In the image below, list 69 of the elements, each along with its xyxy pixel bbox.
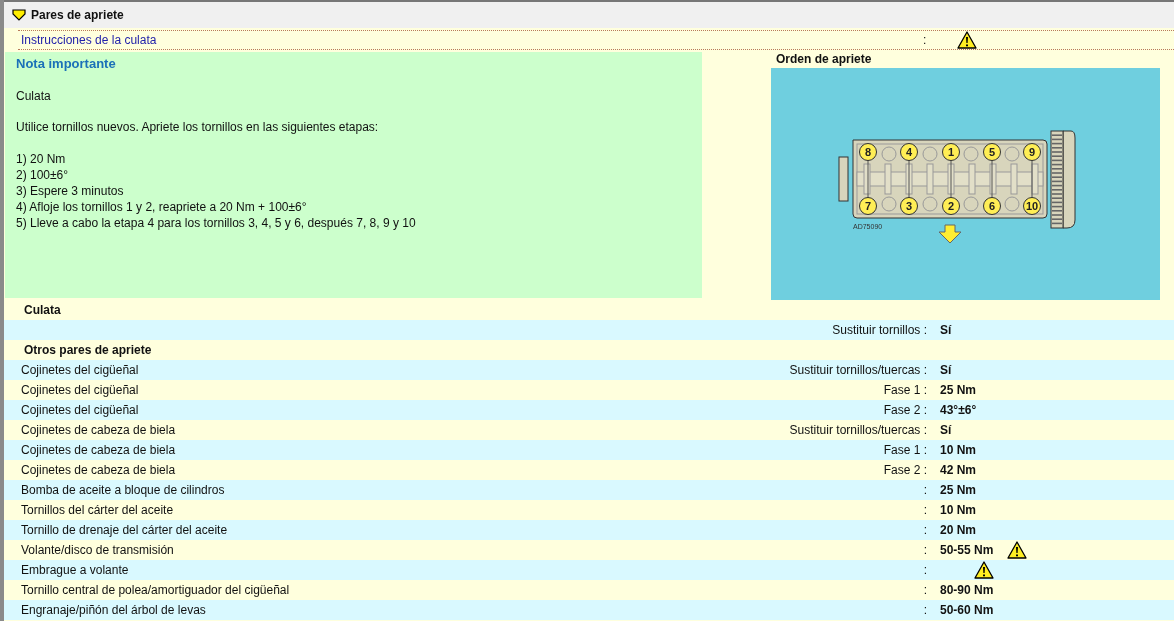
- component-name: Engranaje/piñón del árbol de levas: [21, 603, 206, 617]
- parameter-label: Sustituir tornillos :: [832, 323, 927, 337]
- parameter-label: :: [923, 503, 927, 517]
- bolt-number: 4: [905, 146, 913, 158]
- collapse-arrow-icon[interactable]: [12, 9, 26, 21]
- warning-icon[interactable]: [1007, 541, 1028, 559]
- torque-value: Sí: [940, 363, 952, 377]
- bolt-number: 3: [905, 200, 913, 212]
- parameter-label: Fase 1 :: [883, 443, 927, 457]
- torque-value: 25 Nm: [940, 383, 977, 397]
- parameter-label: Sustituir tornillos/tuercas :: [789, 363, 927, 377]
- torque-value: 25 Nm: [940, 483, 977, 497]
- torque-value: 50-60 Nm: [940, 603, 994, 617]
- note-step: 4) Afloje los tornillos 1 y 2, reapriete a 20 Nm + 100±6°: [16, 199, 702, 215]
- component-name: Tornillos del cárter del aceite: [21, 503, 174, 517]
- component-name: Cojinetes del cigüeñal: [21, 363, 139, 377]
- note-step: 2) 100±6°: [16, 167, 702, 183]
- parameter-label: :: [923, 563, 927, 577]
- parameter-label: :: [923, 583, 927, 597]
- bolt-number: 5: [988, 146, 996, 158]
- parameter-label: :: [923, 603, 927, 617]
- torque-value: 10 Nm: [940, 443, 977, 457]
- down-arrow-icon: [938, 224, 962, 244]
- bolt-number: 9: [1028, 146, 1036, 158]
- component-name: Embrague a volante: [21, 563, 129, 577]
- parameter-label: Fase 2 :: [883, 463, 927, 477]
- component-name: Cojinetes del cigüeñal: [21, 383, 139, 397]
- component-name: Tornillo central de polea/amortiguador del cigüeñal: [21, 583, 290, 597]
- warning-icon[interactable]: [974, 561, 994, 579]
- note-paragraph: Culata: [16, 89, 52, 103]
- parameter-label: :: [923, 483, 927, 497]
- torque-value: 20 Nm: [940, 523, 977, 537]
- component-name: Cojinetes del cigüeñal: [21, 403, 139, 417]
- bolt-number: 2: [947, 200, 955, 212]
- bolt-number: 7: [864, 200, 872, 212]
- torque-value: 43°±6°: [940, 403, 977, 417]
- component-name: Volante/disco de transmisión: [21, 543, 174, 557]
- torque-value: 42 Nm: [940, 463, 977, 477]
- section-title: Pares de apriete: [31, 8, 124, 22]
- note-step: 5) Lleve a cabo la etapa 4 para los tornillos 3, 4, 5 y 6, después 7, 8, 9 y 10: [16, 215, 702, 231]
- component-name: Tornillo de drenaje del cárter del aceite: [21, 523, 228, 537]
- component-name: Cojinetes de cabeza de biela: [21, 423, 176, 437]
- component-name: Cojinetes de cabeza de biela: [21, 463, 176, 477]
- bolt-number: 10: [1025, 200, 1039, 212]
- component-name: Cojinetes de cabeza de biela: [21, 443, 176, 457]
- torque-value: 80-90 Nm: [940, 583, 994, 597]
- torque-value: Sí: [940, 323, 952, 337]
- torque-value: 50-55 Nm: [940, 543, 994, 557]
- parameter-label: Fase 2 :: [883, 403, 927, 417]
- bolt-number: 8: [864, 146, 872, 158]
- bolt-number: 1: [947, 146, 955, 158]
- group-heading: Otros pares de apriete: [23, 343, 152, 357]
- warning-icon[interactable]: [957, 31, 977, 49]
- group-heading: Culata: [23, 303, 61, 317]
- parameter-label: :: [923, 543, 927, 557]
- diagram-title: Orden de apriete: [775, 52, 873, 68]
- note-step: 3) Espere 3 minutos: [16, 183, 702, 199]
- torque-value: Sí: [940, 423, 952, 437]
- note-step: 1) 20 Nm: [16, 151, 702, 167]
- parameter-label: Fase 1 :: [883, 383, 927, 397]
- separator: :: [923, 33, 928, 47]
- component-name: Bomba de aceite a bloque de cilindros: [21, 483, 225, 497]
- parameter-label: :: [923, 523, 927, 537]
- instructions-link[interactable]: Instrucciones de la culata: [18, 33, 923, 47]
- note-title: Nota importante: [16, 56, 117, 71]
- bolt-number: 6: [988, 200, 996, 212]
- torque-value: 10 Nm: [940, 503, 977, 517]
- note-paragraph: Utilice tornillos nuevos. Apriete los tornillos en las siguientes etapas:: [16, 120, 380, 134]
- parameter-label: Sustituir tornillos/tuercas :: [789, 423, 927, 437]
